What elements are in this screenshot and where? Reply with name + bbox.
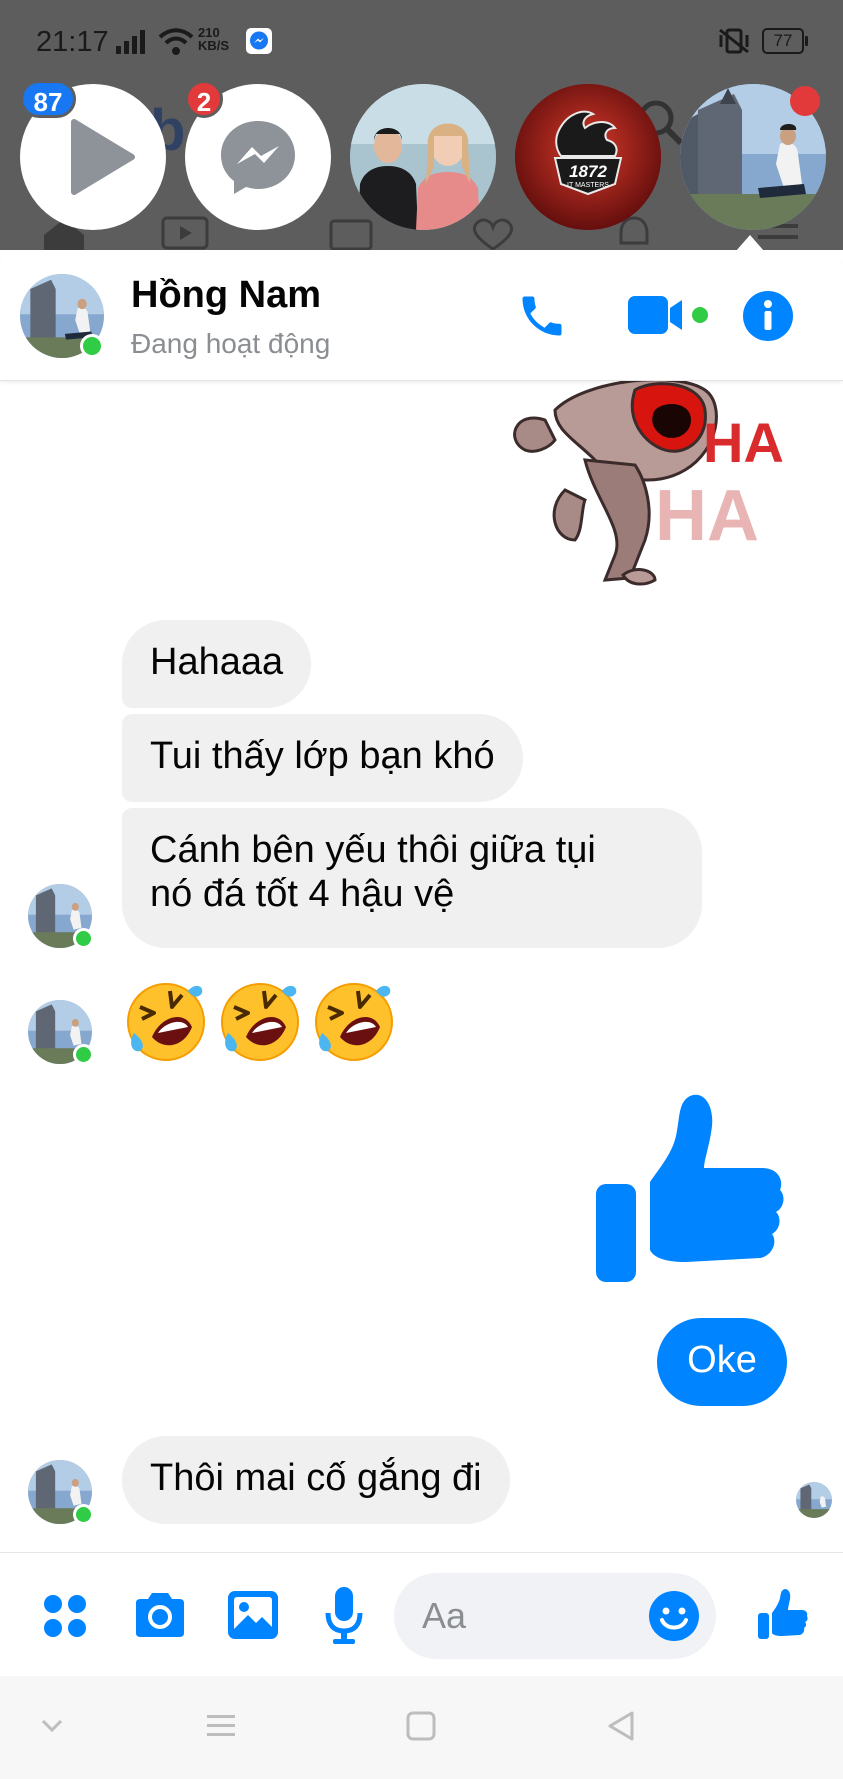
send-like-icon[interactable]	[756, 1589, 808, 1641]
online-indicator	[73, 1044, 94, 1065]
message-bubble-outgoing[interactable]: Oke	[657, 1318, 787, 1406]
message-bubble-incoming[interactable]: Hahaaa	[122, 620, 312, 708]
conversation-header: Hồng Nam Đang hoạt động	[0, 250, 843, 381]
home-button-icon[interactable]	[405, 1710, 437, 1742]
message-bubble-incoming[interactable]: Cánh bên yếu thôi giữa tụi nó đá tốt 4 h…	[122, 808, 702, 948]
recent-apps-icon[interactable]	[205, 1712, 237, 1740]
couple-photo	[350, 84, 496, 230]
signal-icon	[116, 30, 145, 54]
watch-badge: 87	[20, 80, 76, 118]
watch-icon	[161, 216, 209, 250]
network-speed: 210 KB/S	[198, 25, 230, 53]
dating-icon	[472, 218, 514, 251]
chat-head-it-masters[interactable]: 1872 IT MASTERS	[515, 84, 661, 230]
info-icon[interactable]	[742, 290, 794, 342]
contact-name: Hồng Nam	[131, 274, 321, 316]
messenger-notification-icon	[246, 28, 272, 54]
online-indicator	[80, 334, 104, 358]
sticker-text-top: HA	[703, 411, 784, 474]
marketplace-icon	[329, 219, 373, 251]
system-navigation-bar	[0, 1676, 843, 1779]
emoji-picker-icon[interactable]	[648, 1590, 700, 1642]
seen-receipt-photo	[796, 1482, 832, 1518]
microphone-icon[interactable]	[324, 1585, 364, 1645]
message-text: Tui thấy lớp bạn khó	[150, 735, 495, 777]
battery-indicator: 77	[762, 28, 808, 54]
back-button-icon[interactable]	[604, 1709, 638, 1743]
video-call-icon[interactable]	[626, 292, 692, 338]
message-text: Cánh bên yếu thôi giữa tụi	[150, 829, 596, 871]
emoji-message[interactable]	[124, 979, 404, 1070]
online-indicator	[73, 1504, 94, 1525]
gallery-icon[interactable]	[226, 1589, 280, 1641]
camera-icon[interactable]	[132, 1591, 188, 1639]
hong-nam-head-badge-partial	[790, 86, 820, 116]
message-text: Oke	[687, 1339, 757, 1381]
message-text: Thôi mai cố gắng đi	[150, 1457, 482, 1499]
video-available-dot	[690, 305, 710, 325]
laughing-bunny-sticker[interactable]: HA HA	[505, 380, 785, 590]
hide-nav-chevron-icon[interactable]	[40, 1718, 64, 1734]
more-apps-icon[interactable]	[42, 1593, 88, 1639]
message-bubble-incoming[interactable]: Tui thấy lớp bạn khó	[122, 714, 523, 802]
wifi-icon	[158, 28, 194, 55]
status-bar: 21:17 210 KB/S 77	[0, 0, 843, 80]
it-masters-logo-text: IT MASTERS	[567, 182, 609, 189]
rofl-emoji-icons	[127, 982, 394, 1062]
chat-head-couple[interactable]	[350, 84, 496, 230]
selected-chat-pointer	[736, 235, 764, 251]
seen-receipt-avatar	[796, 1482, 832, 1518]
sticker-text-bottom: HA	[655, 476, 759, 556]
phone-call-icon[interactable]	[516, 290, 568, 342]
message-bubble-incoming[interactable]: Thôi mai cố gắng đi	[122, 1436, 510, 1524]
messenger-badge: 2	[185, 80, 223, 118]
message-text: Hahaaa	[150, 641, 284, 683]
message-text: nó đá tốt 4 hậu vệ	[150, 873, 455, 915]
it-masters-logo: 1872 IT MASTERS	[515, 84, 661, 230]
big-like-icon[interactable]	[592, 1090, 787, 1290]
online-indicator	[73, 928, 94, 949]
vibrate-icon	[719, 28, 749, 54]
contact-status: Đang hoạt động	[131, 328, 331, 359]
it-masters-logo-number: 1872	[569, 162, 607, 181]
status-time: 21:17	[36, 26, 109, 58]
message-composer	[0, 1552, 843, 1677]
